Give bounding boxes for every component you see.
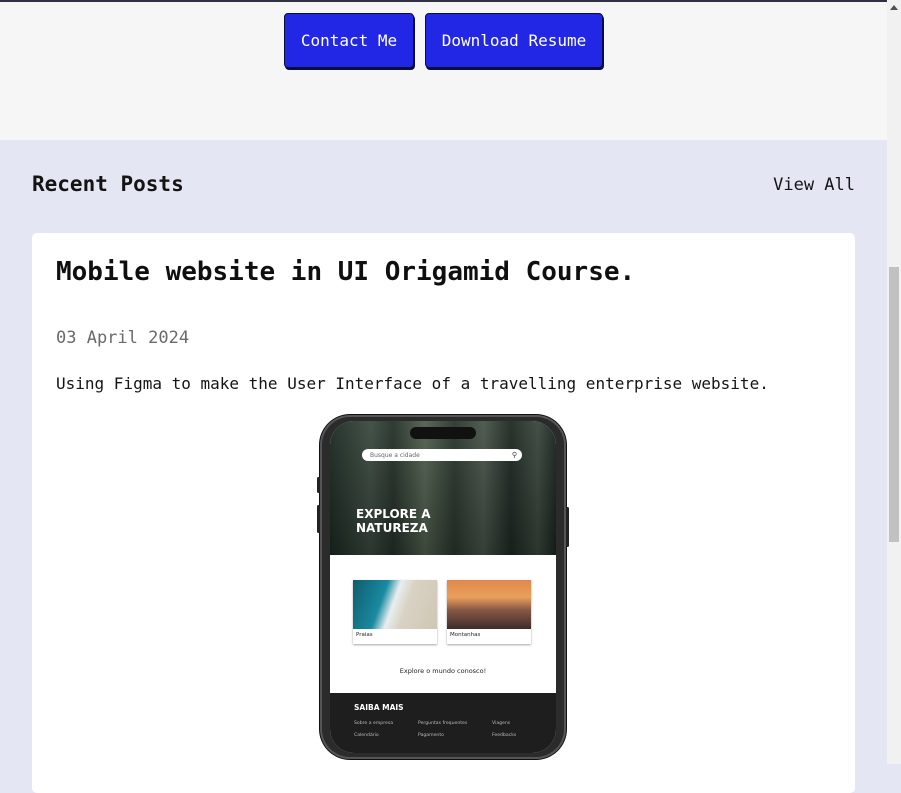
mockup-card-label: Montanhas <box>450 632 481 638</box>
post-title[interactable]: Mobile website in UI Origamid Course. <box>56 257 635 287</box>
mockup-card-praias: Praias <box>353 580 437 644</box>
mockup-search-bar: Busque a cidade ⚲ <box>362 449 522 461</box>
phone-mockup-image: Busque a cidade ⚲ EXPLORE A NATUREZA Pra… <box>317 415 569 759</box>
mockup-footer: SAIBA MAIS Sobre a empresa Perguntas fre… <box>330 693 556 753</box>
mockup-hero-title: EXPLORE A NATUREZA <box>356 507 431 535</box>
contact-me-button[interactable]: Contact Me <box>284 13 414 68</box>
beach-image <box>353 580 437 629</box>
mockup-footer-link: Feedbacks <box>492 733 517 738</box>
search-icon: ⚲ <box>511 451 517 459</box>
mountain-image <box>447 580 531 629</box>
scrollbar-thumb[interactable] <box>889 267 899 542</box>
hero-section: Contact Me Download Resume <box>0 2 887 140</box>
mockup-footer-link: Calendário <box>354 733 379 738</box>
phone-side-button <box>317 477 320 493</box>
download-resume-button[interactable]: Download Resume <box>425 13 603 68</box>
mockup-search-placeholder: Busque a cidade <box>370 451 420 459</box>
view-all-link[interactable]: View All <box>773 175 855 195</box>
phone-screen: Busque a cidade ⚲ EXPLORE A NATUREZA Pra… <box>330 421 556 753</box>
mockup-footer-link: Sobre a empresa <box>354 721 394 726</box>
mockup-card-montanhas: Montanhas <box>447 580 531 644</box>
post-card[interactable]: Mobile website in UI Origamid Course. 03… <box>32 233 855 793</box>
mockup-footer-link: Pagamento <box>418 733 444 738</box>
mockup-cta-text: Explore o mundo conosco! <box>399 667 487 675</box>
phone-notch <box>410 427 476 439</box>
scroll-up-arrow-icon[interactable] <box>890 5 898 10</box>
phone-side-button <box>566 507 569 547</box>
mockup-card-label: Praias <box>356 632 373 638</box>
post-description: Using Figma to make the User Interface o… <box>56 374 769 393</box>
phone-side-button <box>317 505 320 533</box>
mockup-footer-link: Viagens <box>492 721 511 726</box>
mockup-footer-link: Perguntas frequentes <box>418 721 468 726</box>
page-scrollbar[interactable] <box>887 0 901 764</box>
post-date: 03 April 2024 <box>56 328 190 348</box>
recent-posts-heading: Recent Posts <box>32 172 184 196</box>
mockup-card-row: Praias Montanhas › <box>353 580 553 650</box>
mockup-footer-title: SAIBA MAIS <box>354 703 404 712</box>
